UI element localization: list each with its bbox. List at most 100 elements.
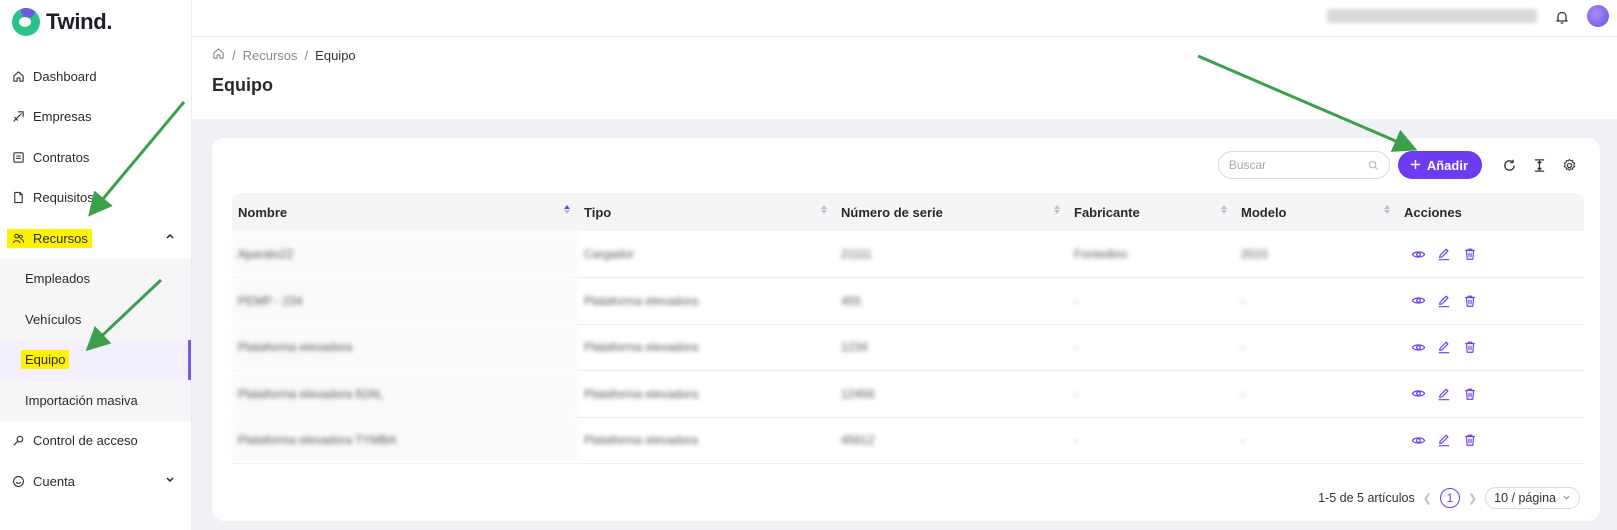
sort-icon[interactable]	[564, 205, 570, 214]
sidebar-subitem-equipo[interactable]: Equipo	[0, 339, 191, 380]
equipment-table: Nombre Tipo Número de serie Fabricante M…	[232, 193, 1584, 464]
sort-icon[interactable]	[1384, 205, 1390, 214]
sidebar-item-recursos[interactable]: Recursos	[0, 218, 191, 259]
table-cell: -	[1235, 324, 1398, 371]
column-header-numero-serie[interactable]: Número de serie	[835, 193, 1068, 231]
column-header-modelo[interactable]: Modelo	[1235, 193, 1398, 231]
file-icon	[11, 191, 25, 205]
breadcrumb-separator: /	[304, 47, 309, 63]
sidebar-item-label: Control de acceso	[33, 433, 138, 449]
column-header-fabricante[interactable]: Fabricante	[1068, 193, 1235, 231]
sidebar-item-label: Cuenta	[33, 473, 75, 489]
sort-icon[interactable]	[1054, 205, 1060, 214]
chevron-left-icon[interactable]: ❮	[1423, 492, 1432, 505]
highlight-marker: Recursos	[7, 228, 92, 248]
page-header: / Recursos / Equipo Equipo	[192, 37, 1617, 119]
eye-icon[interactable]	[1410, 386, 1426, 402]
column-header-tipo[interactable]: Tipo	[578, 193, 835, 231]
column-label: Acciones	[1404, 204, 1462, 220]
edit-icon[interactable]	[1436, 339, 1452, 355]
breadcrumb-separator: /	[232, 47, 236, 63]
table-row[interactable]: Aparato22 Cargador 21111 Fontedino 2010	[232, 231, 1584, 278]
trash-icon[interactable]	[1462, 339, 1478, 355]
key-icon	[11, 434, 25, 448]
table-cell: PEMP - 234	[232, 277, 578, 325]
search-box[interactable]	[1217, 151, 1390, 179]
eye-icon[interactable]	[1410, 246, 1426, 262]
column-label: Número de serie	[841, 204, 943, 220]
table-cell: 21111	[835, 231, 1068, 278]
eye-icon[interactable]	[1410, 339, 1426, 355]
actions-cell	[1398, 231, 1584, 278]
edit-icon[interactable]	[1436, 293, 1452, 309]
sidebar-subitem-importacion-masiva[interactable]: Importación masiva	[0, 380, 191, 421]
chevron-right-icon[interactable]: ❯	[1468, 492, 1477, 505]
table-cell: -	[1235, 417, 1398, 464]
pagination: 1-5 de 5 artículos ❮ 1 ❯ 10 / página	[1318, 487, 1580, 509]
sidebar-item-empresas[interactable]: Empresas	[0, 97, 191, 138]
sidebar-subitem-label: Equipo	[21, 350, 70, 370]
sidebar-subitem-label: Empleados	[25, 271, 91, 287]
sort-icon[interactable]	[821, 205, 827, 214]
sidebar-item-dashboard[interactable]: Dashboard	[0, 56, 191, 97]
eye-icon[interactable]	[1410, 432, 1426, 448]
table-cell: -	[1068, 324, 1235, 371]
contract-icon	[11, 150, 25, 164]
table-cell: 2010	[1235, 231, 1398, 278]
table-cell: Cargador	[578, 231, 835, 278]
logo[interactable]: Twind.	[0, 0, 191, 44]
sidebar-item-contratos[interactable]: Contratos	[0, 137, 191, 178]
chevron-down-icon	[1562, 491, 1571, 505]
sidebar-item-requisitos[interactable]: Requisitos	[0, 178, 191, 219]
eye-icon[interactable]	[1410, 293, 1426, 309]
trash-icon[interactable]	[1462, 386, 1478, 402]
table-row[interactable]: Plataforma elevadora Plataforma elevadora…	[232, 324, 1584, 371]
top-header	[192, 0, 1617, 37]
refresh-icon[interactable]	[1501, 157, 1517, 173]
actions-cell	[1398, 417, 1584, 464]
column-label: Tipo	[584, 204, 612, 220]
page-size-select[interactable]: 10 / página	[1485, 487, 1580, 509]
add-button[interactable]: Añadir	[1397, 151, 1482, 179]
chevron-up-icon[interactable]	[165, 232, 175, 245]
search-input[interactable]	[1228, 158, 1359, 172]
sidebar-item-label: Requisitos	[33, 190, 94, 206]
table-cell: 1234	[835, 324, 1068, 371]
table-row[interactable]: Plataforma elevadora TYMBA Plataforma ele…	[232, 417, 1584, 464]
breadcrumb-equipo: Equipo	[315, 47, 356, 63]
actions-cell	[1398, 324, 1584, 371]
breadcrumb-recursos[interactable]: Recursos	[243, 48, 298, 63]
table-row[interactable]: Plataforma elevadora 82AL Plataforma elev…	[232, 370, 1584, 418]
trash-icon[interactable]	[1462, 246, 1478, 262]
page-button-1[interactable]: 1	[1439, 488, 1460, 508]
home-icon[interactable]	[212, 47, 225, 63]
gear-icon[interactable]	[1561, 157, 1577, 173]
column-header-nombre[interactable]: Nombre	[232, 193, 578, 231]
sidebar-item-label: Contratos	[33, 149, 90, 165]
edit-icon[interactable]	[1436, 246, 1452, 262]
table-cell: -	[1235, 370, 1398, 418]
trash-icon[interactable]	[1462, 293, 1478, 309]
company-name[interactable]	[1327, 9, 1537, 23]
sidebar-item-label: Empresas	[33, 109, 92, 125]
table-cell: Plataforma elevadora	[232, 324, 578, 371]
bell-icon[interactable]	[1554, 9, 1570, 25]
avatar[interactable]	[1587, 5, 1609, 27]
search-icon[interactable]	[1368, 160, 1379, 171]
edit-icon[interactable]	[1436, 386, 1452, 402]
chevron-down-icon[interactable]	[165, 475, 175, 488]
table-cell: -	[1235, 277, 1398, 325]
sidebar-item-control-acceso[interactable]: Control de acceso	[0, 421, 191, 462]
sidebar-subitem-vehiculos[interactable]: Vehículos	[0, 299, 191, 340]
sidebar-subitem-empleados[interactable]: Empleados	[0, 259, 191, 300]
table-cell: Aparato22	[232, 231, 578, 278]
breadcrumb: / Recursos / Equipo	[212, 47, 356, 63]
trash-icon[interactable]	[1462, 432, 1478, 448]
sort-icon[interactable]	[1221, 205, 1227, 214]
sidebar-item-cuenta[interactable]: Cuenta	[0, 461, 191, 502]
users-icon	[11, 231, 25, 245]
edit-icon[interactable]	[1436, 432, 1452, 448]
table-row[interactable]: PEMP - 234 Plataforma elevadora 455- -	[232, 277, 1584, 325]
column-height-icon[interactable]	[1531, 157, 1547, 173]
table-cell: -	[1068, 370, 1235, 418]
